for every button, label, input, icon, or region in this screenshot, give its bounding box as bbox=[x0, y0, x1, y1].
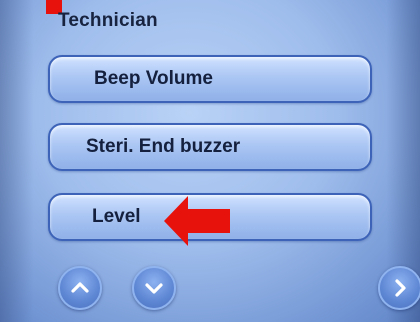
steri-end-buzzer-button[interactable]: Steri. End buzzer bbox=[48, 123, 372, 171]
scroll-down-button[interactable] bbox=[132, 266, 176, 310]
red-arrow-annotation-icon bbox=[164, 196, 230, 246]
level-label: Level bbox=[92, 206, 141, 227]
chevron-down-icon bbox=[145, 283, 163, 294]
chevron-up-icon bbox=[71, 282, 89, 293]
next-page-button[interactable] bbox=[378, 266, 420, 310]
page-title: Technician bbox=[58, 10, 158, 31]
beep-volume-button[interactable]: Beep Volume bbox=[48, 55, 372, 103]
beep-volume-label: Beep Volume bbox=[94, 68, 213, 89]
chevron-right-icon bbox=[395, 279, 406, 297]
steri-end-buzzer-label: Steri. End buzzer bbox=[86, 136, 241, 157]
scroll-up-button[interactable] bbox=[58, 266, 102, 310]
